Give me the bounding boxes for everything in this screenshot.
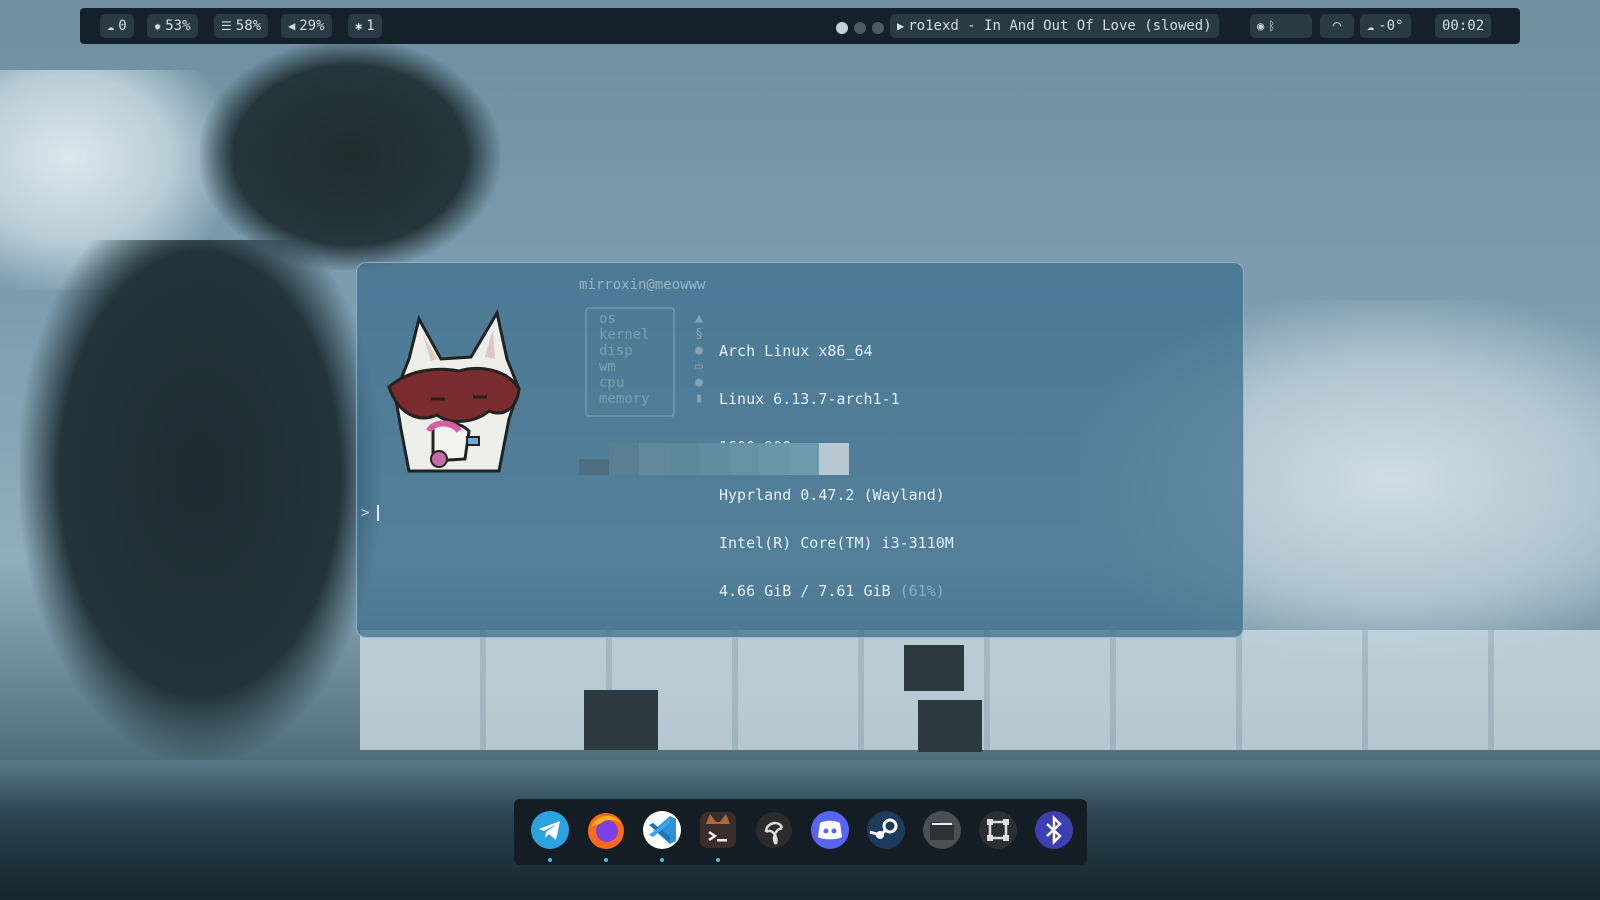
arch-logo-icon: ▲ (695, 311, 703, 326)
memory-amount: 4.66 GiB / 7.61 GiB (719, 582, 900, 600)
cloud-weather-icon: ☁ (1367, 19, 1375, 33)
fetch-value-wm: Hyprland 0.47.2 (Wayland) (719, 486, 945, 504)
dock (514, 799, 1087, 865)
fetch-key-os: os (599, 311, 616, 327)
memory-percent: (61%) (899, 582, 945, 600)
steam-icon (867, 811, 905, 849)
fetch-value-cpu: Intel(R) Core(TM) i3-3110M (719, 534, 954, 552)
cloud-count: 0 (118, 18, 127, 34)
telegram-app[interactable] (528, 808, 572, 862)
weather-temp: -0° (1378, 18, 1404, 34)
cloud-module[interactable]: ☁ 0 (100, 14, 134, 38)
terminal-cat-icon (700, 812, 736, 848)
top-bar: ☁ 0 ✹ 53% ☰ 58% ◀ 29% ✱ 1 ▶ ro1exd - In And Ou… (80, 8, 1520, 44)
screenshot-icon (979, 811, 1017, 849)
prompt-symbol: > (361, 505, 370, 521)
media-title: ro1exd - In And Out Of Love (slowed) (908, 18, 1212, 34)
running-indicator (548, 858, 552, 862)
discord-icon (811, 811, 849, 849)
fetch-value-memory: 4.66 GiB / 7.61 GiB (61%) (719, 583, 954, 599)
fetch-key-disp: disp (599, 343, 633, 359)
palette-swatch (759, 443, 789, 475)
fetch-keys: os kernel disp wm cpu memory (599, 311, 650, 407)
fox-mascot-image (387, 308, 521, 473)
play-icon[interactable]: ▶ (897, 14, 904, 38)
wallpaper-dark-block (918, 700, 982, 752)
screenshot-app[interactable] (976, 808, 1020, 852)
bluetooth-count: 1 (366, 18, 375, 34)
cpu-usage: 53% (165, 18, 191, 34)
fetch-key-memory: memory (599, 391, 650, 407)
fetch-icons: ▲ § ● ▭ ● ▮ (691, 311, 707, 407)
bluetooth-manager-icon (1035, 811, 1073, 849)
volume-module[interactable]: ◀ 29% (281, 14, 332, 38)
firefox-icon (588, 813, 624, 849)
user-host: mirroxin@meowww (579, 277, 706, 293)
vscode-icon (643, 811, 681, 849)
speaker-icon: ◀ (288, 19, 296, 33)
text-cursor (377, 505, 380, 521)
steam-app[interactable] (864, 808, 908, 852)
media-player-module[interactable]: ▶ ro1exd - In And Out Of Love (slowed) (890, 14, 1219, 38)
running-indicator (660, 858, 664, 862)
palette-swatch (819, 443, 849, 475)
volume-level: 29% (299, 18, 325, 34)
fetch-key-cpu: cpu (599, 375, 625, 391)
wallpaper-dark-block (904, 645, 964, 691)
fetch-key-kernel: kernel (599, 327, 650, 343)
fetch-key-wm: wm (599, 359, 616, 375)
wallpaper-dark-block (584, 690, 658, 750)
cpu-chip-icon: ● (695, 375, 703, 390)
folder-icon (923, 811, 961, 849)
clock-module[interactable]: 00:02 (1435, 14, 1492, 38)
running-indicator (604, 858, 608, 862)
kernel-icon: § (695, 327, 703, 342)
shell-prompt[interactable]: > (361, 505, 380, 521)
palette-swatch (609, 443, 639, 475)
tray-bluetooth-icon[interactable]: ᛒ (1268, 14, 1275, 38)
clock-time: 00:02 (1442, 18, 1485, 34)
telegram-icon (531, 811, 569, 849)
firefox-app[interactable] (584, 808, 628, 862)
palette-swatch (699, 443, 729, 475)
wifi-icon: ◠ (1332, 18, 1342, 34)
tray-module[interactable]: ◉ ᛒ (1250, 14, 1312, 38)
files-app[interactable] (920, 808, 964, 852)
tray-app-icon[interactable]: ◉ (1257, 14, 1264, 38)
cpu-icon: ✹ (154, 19, 162, 33)
terminal-app[interactable] (696, 808, 740, 862)
workspace-3[interactable] (872, 22, 884, 34)
wifi-module[interactable]: ◠ (1320, 14, 1354, 38)
workspace-1[interactable] (836, 22, 848, 34)
bluetooth-app[interactable] (1032, 808, 1076, 852)
wallpaper-tree (20, 240, 380, 760)
vscode-app[interactable] (640, 808, 684, 862)
running-indicator (716, 858, 720, 862)
display-icon: ● (695, 343, 703, 358)
bluetooth-icon: ✱ (355, 19, 363, 33)
terminal-window[interactable]: mirroxin@meowww os kernel disp wm cpu me… (356, 262, 1244, 638)
palette-swatch (669, 443, 699, 475)
palette-swatch (579, 459, 609, 475)
palette-swatch (789, 443, 819, 475)
discord-app[interactable] (808, 808, 852, 852)
window-manager-icon: ▭ (695, 359, 703, 374)
obs-icon (756, 812, 792, 848)
fetch-value-os: Arch Linux x86_64 (719, 342, 873, 360)
obs-app[interactable] (752, 808, 796, 852)
wallpaper-tree-top (200, 40, 500, 270)
fetch-value-kernel: Linux 6.13.7-arch1-1 (719, 390, 900, 408)
memory-chip-icon: ▮ (695, 391, 703, 406)
memory-usage: 58% (235, 18, 262, 34)
memory-module[interactable]: ☰ 58% (214, 14, 269, 38)
palette-swatch (639, 443, 669, 475)
bluetooth-module[interactable]: ✱ 1 (348, 14, 382, 38)
weather-module[interactable]: ☁ -0° (1360, 14, 1411, 38)
cpu-module[interactable]: ✹ 53% (147, 14, 198, 38)
palette-swatch (729, 443, 759, 475)
workspace-2[interactable] (854, 22, 866, 34)
memory-icon: ☰ (221, 19, 232, 33)
cloud-icon: ☁ (107, 19, 115, 33)
